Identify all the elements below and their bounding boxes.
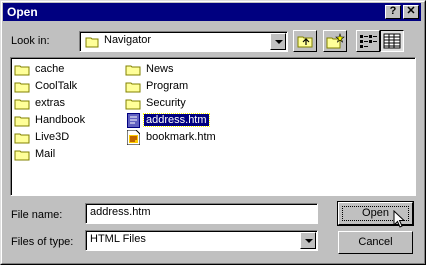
list-view-button[interactable] xyxy=(356,30,380,52)
look-in-label: Look in: xyxy=(11,35,50,47)
folder-icon xyxy=(125,99,141,110)
folder-icon xyxy=(125,82,141,93)
files-of-type-value: HTML Files xyxy=(90,233,146,245)
file-name-label: extras xyxy=(35,97,65,109)
file-name-label: Program xyxy=(146,80,189,92)
list-view-icon xyxy=(360,35,377,48)
folder-icon xyxy=(14,82,30,93)
close-icon: ✕ xyxy=(406,5,416,17)
up-one-level-icon xyxy=(297,36,313,48)
window-title: Open xyxy=(7,5,38,19)
files-of-type-dropdown-arrow[interactable] xyxy=(300,232,316,249)
file-name-label: Live3D xyxy=(35,131,70,143)
file-name-label: News xyxy=(146,63,174,75)
list-item-bookmark-htm[interactable]: bookmark.htm xyxy=(125,130,245,146)
file-name-label: Security xyxy=(146,97,186,109)
open-folder-icon xyxy=(85,37,99,48)
folder-icon xyxy=(14,150,30,161)
list-item-news[interactable]: News xyxy=(125,62,245,78)
file-name-label: CoolTalk xyxy=(35,80,78,92)
details-view-icon xyxy=(383,33,401,49)
title-bar[interactable]: Open ? ✕ xyxy=(3,3,421,21)
list-item-security[interactable]: Security xyxy=(125,96,245,112)
folder-icon xyxy=(14,133,30,144)
cancel-button[interactable]: Cancel xyxy=(338,231,413,254)
open-dialog: Open ? ✕ Look in: Navigator cache CoolTa… xyxy=(0,0,426,265)
list-item-handbook[interactable]: Handbook xyxy=(14,113,114,129)
list-item-program[interactable]: Program xyxy=(125,79,245,95)
look-in-combobox[interactable]: Navigator xyxy=(79,31,288,52)
file-name-label: Mail xyxy=(35,148,56,160)
file-name-label: Handbook xyxy=(35,114,86,126)
html-document-icon xyxy=(127,130,140,145)
file-name-label: File name: xyxy=(11,209,63,221)
folder-icon xyxy=(14,65,30,76)
up-one-level-button[interactable] xyxy=(293,30,317,52)
create-new-folder-button[interactable] xyxy=(323,30,347,52)
file-name-input[interactable]: address.htm xyxy=(85,203,318,224)
close-button[interactable]: ✕ xyxy=(403,5,419,19)
list-item-mail[interactable]: Mail xyxy=(14,147,114,163)
list-item-cache[interactable]: cache xyxy=(14,62,114,78)
file-list[interactable]: cache CoolTalk extras Handbook Live3D Ma… xyxy=(10,57,416,196)
details-view-button[interactable] xyxy=(380,30,404,52)
create-new-folder-icon xyxy=(326,33,345,49)
cancel-button-label: Cancel xyxy=(358,236,393,248)
file-name-label: bookmark.htm xyxy=(146,131,216,143)
file-name-label: cache xyxy=(35,63,65,75)
files-of-type-label: Files of type: xyxy=(11,236,74,248)
list-item-extras[interactable]: extras xyxy=(14,96,114,112)
folder-icon xyxy=(14,99,30,110)
look-in-value: Navigator xyxy=(104,34,152,46)
folder-icon xyxy=(125,65,141,76)
mouse-pointer-icon xyxy=(393,210,406,228)
help-icon: ? xyxy=(389,5,397,17)
files-of-type-combobox[interactable]: HTML Files xyxy=(85,230,318,251)
help-button[interactable]: ? xyxy=(385,5,401,19)
html-document-icon xyxy=(127,113,140,128)
file-name-value: address.htm xyxy=(90,206,151,218)
list-item-cooltalk[interactable]: CoolTalk xyxy=(14,79,114,95)
look-in-dropdown-arrow[interactable] xyxy=(270,33,286,50)
list-item-address-htm[interactable]: address.htm xyxy=(125,113,245,129)
file-name-label: address.htm xyxy=(143,113,210,127)
folder-icon xyxy=(14,116,30,127)
list-item-live3d[interactable]: Live3D xyxy=(14,130,114,146)
